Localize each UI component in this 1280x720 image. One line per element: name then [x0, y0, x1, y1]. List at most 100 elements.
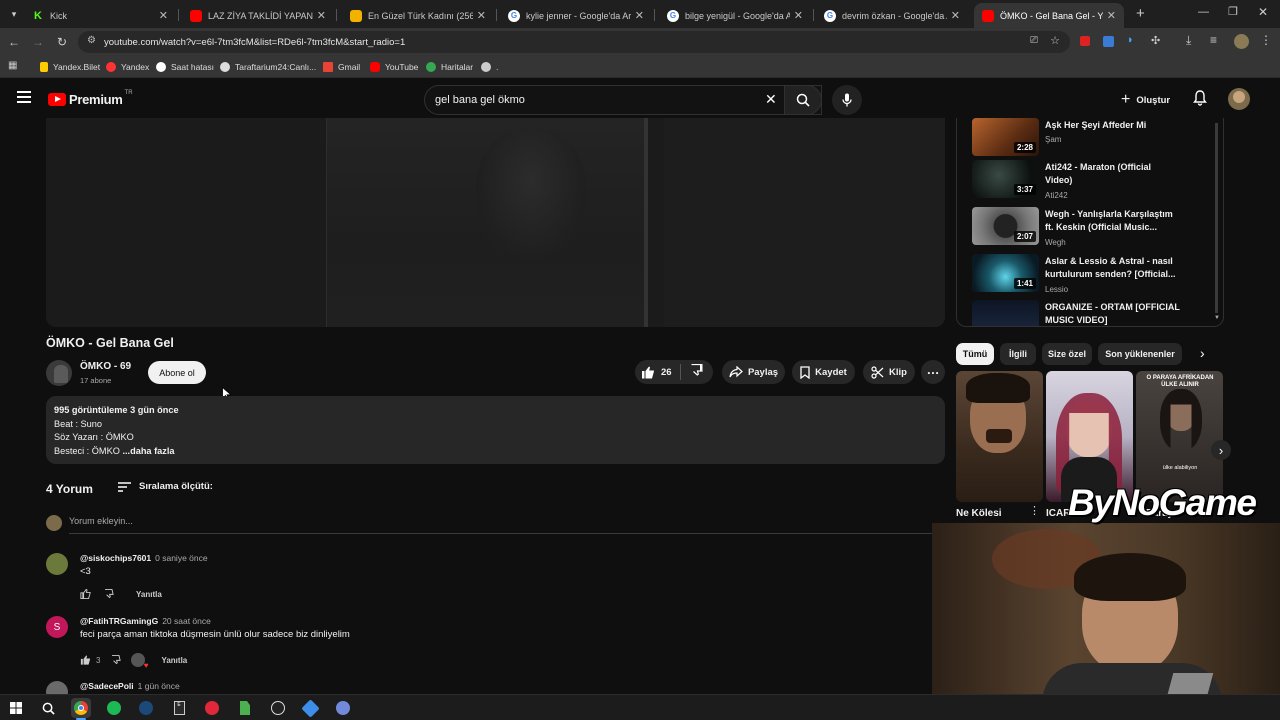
- file-app-icon[interactable]: [235, 698, 255, 718]
- restore-icon[interactable]: ❐: [1228, 5, 1238, 18]
- channel-name[interactable]: ÖMKO - 69: [80, 361, 131, 372]
- extensions-puzzle-icon[interactable]: ✣: [1151, 34, 1160, 47]
- short-thumbnail[interactable]: [956, 371, 1043, 502]
- more-actions-button[interactable]: …: [921, 360, 945, 384]
- video-player[interactable]: [46, 118, 945, 327]
- save-button[interactable]: Kaydet: [792, 360, 855, 384]
- bookmark-star-icon[interactable]: ☆: [1050, 34, 1060, 47]
- comment-author[interactable]: @SadecePoli: [80, 681, 134, 691]
- video-description[interactable]: 995 görüntüleme 3 gün önce Beat : Suno S…: [46, 396, 945, 464]
- share-button[interactable]: Paylaş: [722, 360, 785, 384]
- playlist-item[interactable]: ORGANIZE - ORTAM [OFFICIAL MUSIC VIDEO]: [972, 300, 1212, 326]
- close-tab-icon[interactable]: ✕: [635, 9, 644, 22]
- minimize-icon[interactable]: —: [1198, 6, 1209, 18]
- close-tab-icon[interactable]: ✕: [477, 9, 486, 22]
- browser-tab[interactable]: En Güzel Türk Kadını (256 Kişi) ✕: [342, 3, 494, 28]
- close-tab-icon[interactable]: ✕: [159, 9, 168, 22]
- chrome-icon[interactable]: [71, 698, 91, 718]
- search-input[interactable]: gel bana gel ökmo ✕: [424, 85, 822, 115]
- create-button[interactable]: + Oluştur: [1121, 91, 1170, 109]
- spotify-icon[interactable]: [104, 698, 124, 718]
- short-title[interactable]: Ne Kölesi: [956, 508, 1002, 519]
- extension-red-icon[interactable]: [1080, 36, 1090, 46]
- search-button[interactable]: [784, 85, 822, 115]
- thumbs-down-icon[interactable]: [110, 655, 122, 665]
- comment-time[interactable]: 1 gün önce: [138, 681, 180, 691]
- voice-search-button[interactable]: [832, 85, 862, 115]
- close-window-icon[interactable]: ✕: [1258, 5, 1268, 19]
- playlist-item[interactable]: 2:28 Aşk Her Şeyi Affeder Mi Şam: [972, 118, 1212, 160]
- comment-time[interactable]: 0 saniye önce: [155, 553, 207, 563]
- audio-extension-icon[interactable]: ◗: [1127, 34, 1134, 46]
- apps-grid-icon[interactable]: ▦: [8, 60, 17, 71]
- playlist-item[interactable]: 3:37 Ati242 - Maraton (Official Video) A…: [972, 160, 1212, 202]
- channel-avatar[interactable]: [46, 360, 72, 386]
- new-tab-icon[interactable]: +: [1136, 5, 1145, 22]
- translate-extension-icon[interactable]: [1103, 36, 1114, 47]
- close-tab-icon[interactable]: ✕: [794, 9, 803, 22]
- browser-tab[interactable]: LAZ ZİYA TAKLİDİ YAPAN ADAM ✕: [182, 3, 334, 28]
- bookmark-taraftarium[interactable]: Taraftarium24:Canlı...: [220, 60, 316, 74]
- bookmark-haritalar[interactable]: Haritalar: [426, 60, 473, 74]
- forward-icon[interactable]: →: [30, 34, 46, 50]
- windows-start-icon[interactable]: [6, 698, 26, 718]
- comment-avatar[interactable]: [46, 553, 68, 575]
- dislike-button[interactable]: [689, 363, 703, 380]
- bookmark-youtube[interactable]: YouTube: [370, 60, 418, 74]
- app-blue-icon[interactable]: [300, 698, 320, 718]
- tab-search-icon[interactable]: ▾: [6, 6, 22, 22]
- search-icon[interactable]: [38, 698, 58, 718]
- bookmark-misc[interactable]: .: [481, 60, 498, 74]
- subscribe-button[interactable]: Abone ol: [148, 361, 206, 384]
- app-red-icon[interactable]: [202, 698, 222, 718]
- bookmark-gmail[interactable]: Gmail: [323, 60, 360, 74]
- comment-avatar[interactable]: S: [46, 616, 68, 638]
- download-icon[interactable]: ⤓: [1186, 33, 1191, 48]
- playlist-scrollbar[interactable]: ▼: [1214, 123, 1220, 323]
- comment-author[interactable]: @FatihTRGamingG: [80, 616, 158, 626]
- epic-games-icon[interactable]: E: [169, 698, 189, 718]
- address-bar[interactable]: ⚙ youtube.com/watch?v=e6l-7tm3fcM&list=R…: [78, 31, 1070, 53]
- like-button[interactable]: 26: [641, 366, 672, 379]
- youtube-premium-logo[interactable]: Premium TR: [48, 90, 133, 107]
- browser-tab[interactable]: Gdevrim özkan - Google'da Ara ✕: [816, 3, 968, 28]
- chip-related[interactable]: İlgili: [1000, 343, 1036, 365]
- close-tab-icon[interactable]: ✕: [1107, 9, 1116, 22]
- playlist-item[interactable]: 2:07 Wegh - Yanlışlarla Karşılaştım ft. …: [972, 207, 1212, 249]
- browser-menu-icon[interactable]: ⋮: [1260, 33, 1272, 47]
- steam-icon[interactable]: [136, 698, 156, 718]
- chip-for-you[interactable]: Size özel: [1042, 343, 1092, 365]
- thumbs-down-icon[interactable]: [103, 589, 114, 599]
- browser-tab[interactable]: Gbilge yenigül - Google'da Ara ✕: [659, 3, 811, 28]
- clear-search-icon[interactable]: ✕: [765, 91, 777, 108]
- cast-icon[interactable]: ⎚: [1030, 35, 1038, 46]
- discord-icon[interactable]: [333, 698, 353, 718]
- obs-icon[interactable]: [268, 698, 288, 718]
- short-menu-icon[interactable]: ⋮: [1029, 506, 1040, 517]
- notifications-bell-icon[interactable]: [1193, 90, 1207, 111]
- browser-tab[interactable]: Gkylie jenner - Google'da Ara ✕: [500, 3, 652, 28]
- profile-avatar-icon[interactable]: [1234, 34, 1249, 49]
- show-more-link[interactable]: ...daha fazla: [122, 446, 174, 456]
- browser-tab[interactable]: ÖMKO - Gel Bana Gel - YouTube ✕: [974, 3, 1124, 28]
- browser-tab[interactable]: K Kick ✕: [24, 3, 176, 28]
- close-tab-icon[interactable]: ✕: [951, 9, 960, 22]
- playlist-item[interactable]: 1:41 Aslar & Lessio & Astral - nasıl kur…: [972, 254, 1212, 296]
- hamburger-menu-icon[interactable]: [17, 91, 31, 103]
- comment-time[interactable]: 20 saat önce: [162, 616, 211, 626]
- reading-list-icon[interactable]: ≡: [1210, 33, 1217, 47]
- bookmark-yandex[interactable]: Yandex: [106, 60, 149, 74]
- shorts-next-button[interactable]: ›: [1211, 440, 1231, 460]
- reply-button[interactable]: Yanıtla: [161, 656, 187, 665]
- reload-icon[interactable]: ↻: [54, 34, 70, 50]
- clip-button[interactable]: Klip: [863, 360, 915, 384]
- bookmark-saat-hatasi[interactable]: Saat hatası: [156, 60, 214, 74]
- add-comment-input[interactable]: Yorum ekleyin...: [69, 516, 133, 526]
- thumbs-up-icon[interactable]: [80, 655, 91, 665]
- bookmark-yandex-bilet[interactable]: Yandex.Bilet: [40, 60, 100, 74]
- reply-button[interactable]: Yanıtla: [136, 590, 162, 599]
- comment-author[interactable]: @siskochips7601: [80, 553, 151, 563]
- thumbs-up-icon[interactable]: [80, 589, 91, 599]
- sort-comments-button[interactable]: Sıralama ölçütü:: [118, 481, 213, 492]
- back-icon[interactable]: ←: [6, 34, 22, 50]
